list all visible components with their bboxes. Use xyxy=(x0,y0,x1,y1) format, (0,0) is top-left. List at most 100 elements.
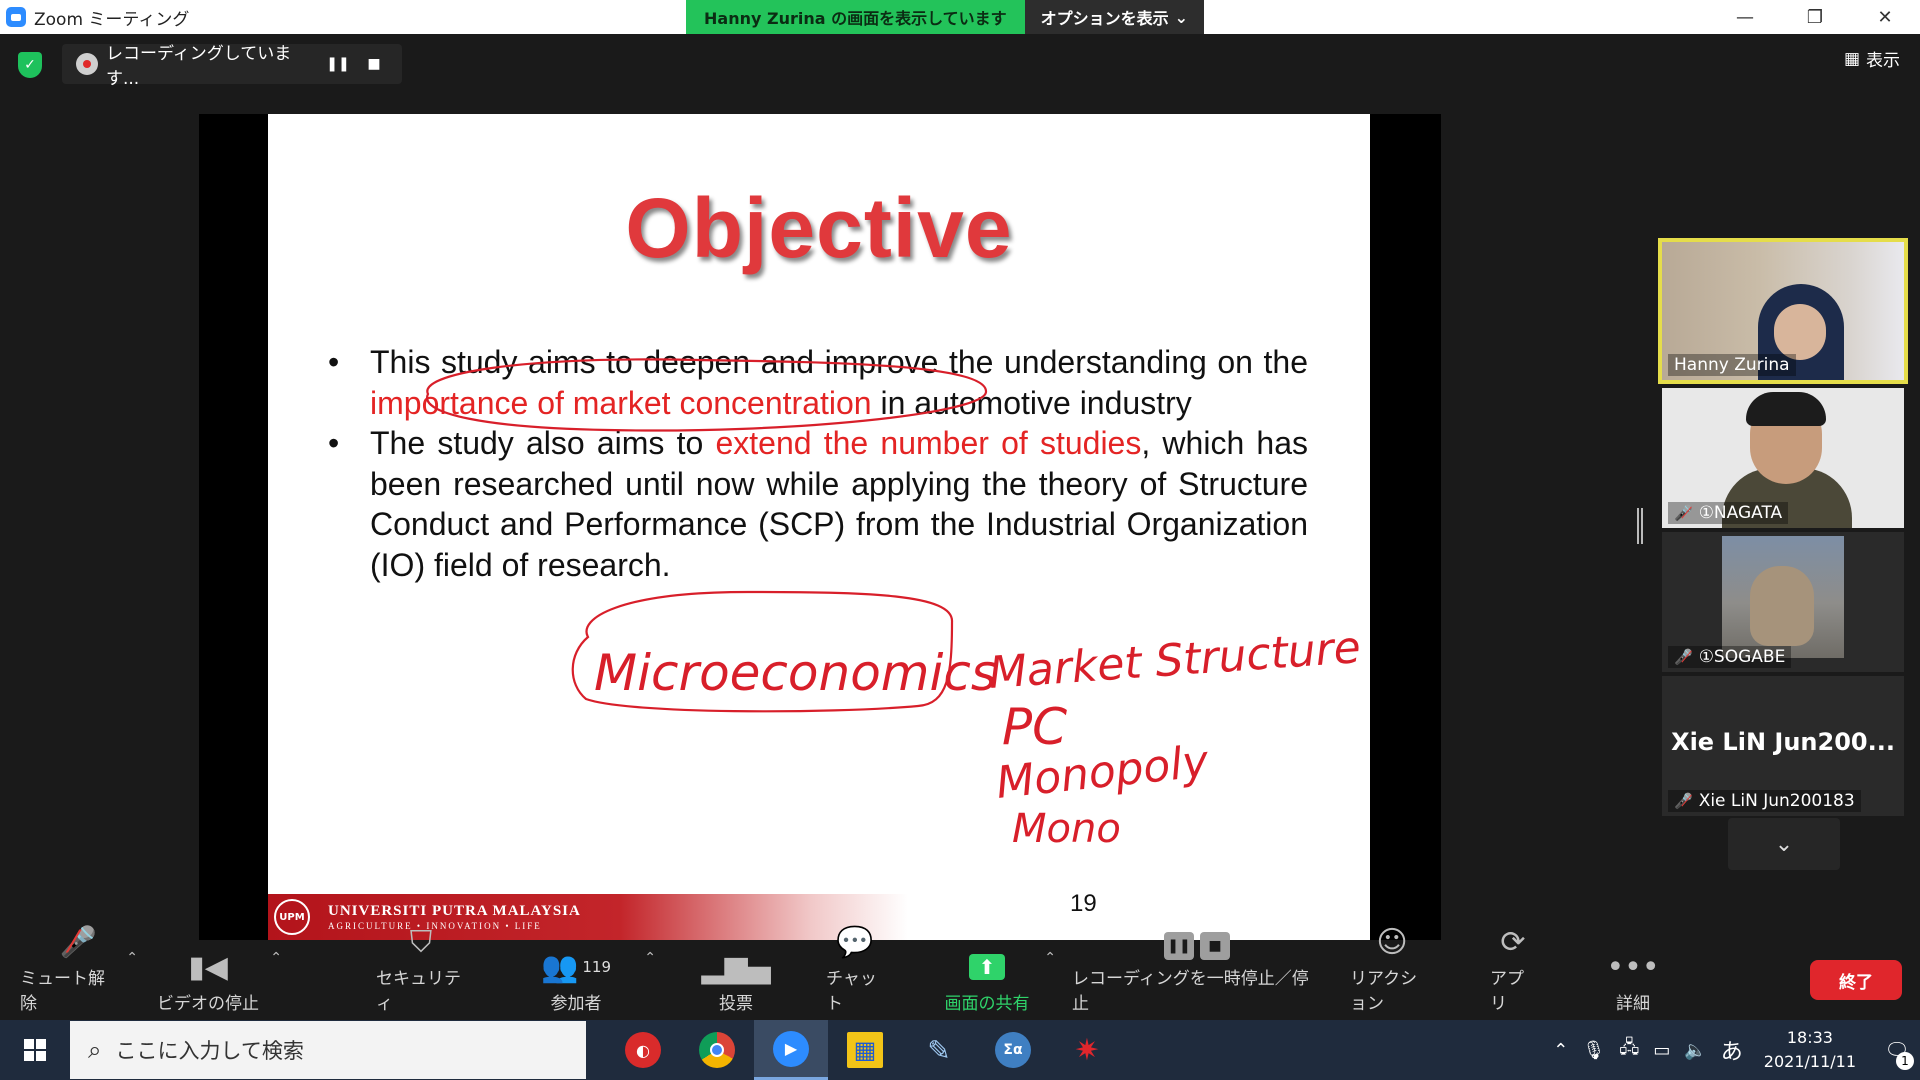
window-title: Zoom ミーティング xyxy=(34,9,190,30)
ink-word: Market Structure xyxy=(987,622,1362,699)
participant-display-name: Xie LiN Jun200... xyxy=(1671,728,1895,756)
encryption-shield-icon[interactable]: ✓ xyxy=(18,52,42,78)
chevron-down-icon: ⌄ xyxy=(1774,831,1794,857)
battery-icon[interactable]: ▭ xyxy=(1653,1040,1670,1061)
apps-button[interactable]: ⟳ アプリ xyxy=(1490,925,1536,1020)
math-app-icon: Σα xyxy=(995,1032,1031,1068)
chevron-down-icon: ⌄ xyxy=(1174,7,1189,27)
recording-controls-button[interactable]: ❚❚ ■ レコーディングを一時停止／停止 xyxy=(1072,932,1322,1020)
more-dots-icon: ••• xyxy=(1606,949,1660,985)
pause-recording-button[interactable]: ❚❚ xyxy=(324,50,352,78)
highlight-text: extend the number of studies xyxy=(715,425,1142,461)
stop-video-button[interactable]: ▮◀ ビデオの停止 ⌃ xyxy=(156,944,282,1020)
windows-taskbar: ⌕ ここに入力して検索 ◐ ▶ ▦ ✎ Σα ✷ ⌃ 🎙 🖧 ▭ 🔈 あ 18:… xyxy=(0,1020,1920,1080)
slide-title: Objective xyxy=(625,181,1013,275)
university-footer: UPM UNIVERSITI PUTRA MALAYSIA AGRICULTUR… xyxy=(268,894,908,940)
mic-muted-icon: 🎤̸ xyxy=(1674,648,1693,666)
taskbar-app-red[interactable]: ✷ xyxy=(1050,1020,1124,1080)
participant-name: Hanny Zurina xyxy=(1668,354,1796,376)
panel-splitter[interactable] xyxy=(1637,508,1643,544)
recording-indicator: レコーディングしています... ❚❚ ■ xyxy=(62,44,402,89)
taskbar-app-security[interactable]: ◐ xyxy=(606,1020,680,1080)
search-icon: ⌕ xyxy=(88,1036,102,1064)
title-bar: Zoom ミーティング Hanny Zurina の画面を表示しています オプシ… xyxy=(0,0,1920,34)
page-number: 19 xyxy=(1070,890,1097,917)
university-logo: UPM xyxy=(274,899,310,935)
stop-recording-button[interactable]: ■ xyxy=(360,50,388,78)
taskbar-app-chrome[interactable] xyxy=(680,1020,754,1080)
taskbar-search[interactable]: ⌕ ここに入力して検索 xyxy=(70,1021,586,1079)
cloud-record-icon xyxy=(76,53,98,75)
shield-icon: ⛉ xyxy=(409,925,433,960)
notifications-button[interactable]: 🗨 1 xyxy=(1874,1020,1920,1080)
minimize-button[interactable]: — xyxy=(1710,0,1780,34)
chrome-icon xyxy=(699,1032,735,1068)
splash-app-icon: ✷ xyxy=(1074,1032,1100,1068)
unmute-button[interactable]: 🎤 ⁄ ミュート解除 ⌃ xyxy=(20,925,138,1020)
restore-button[interactable]: ❐ xyxy=(1780,0,1850,34)
chevron-up-icon[interactable]: ⌃ xyxy=(270,950,282,966)
participant-name: 🎤̸ Xie LiN Jun200183 xyxy=(1668,790,1861,812)
participant-video-tile[interactable]: 🎤̸ ①NAGATA xyxy=(1662,388,1904,528)
taskbar-app-pen[interactable]: ✎ xyxy=(902,1020,976,1080)
ink-word: Microeconomics xyxy=(594,644,997,702)
chat-bubble-icon: 💬 xyxy=(836,925,874,960)
pen-app-icon: ✎ xyxy=(927,1033,951,1067)
participant-video-tile[interactable]: 🎤̸ ①SOGABE xyxy=(1662,532,1904,672)
pause-stop-icon: ❚❚ ■ xyxy=(1164,932,1230,960)
participant-video-tile[interactable]: Hanny Zurina xyxy=(1658,238,1908,384)
participants-button[interactable]: 👥 119 参加者 ⌃ xyxy=(541,944,656,1020)
participant-video-tile[interactable]: Xie LiN Jun200... 🎤̸ Xie LiN Jun200183 xyxy=(1662,676,1904,816)
mic-muted-icon: 🎤̸ xyxy=(1674,792,1693,810)
more-button[interactable]: ••• 詳細 xyxy=(1606,944,1659,1020)
reactions-button[interactable]: ☺ リアクション xyxy=(1350,925,1434,1020)
view-button[interactable]: ▦ 表示 xyxy=(1844,46,1900,72)
windows-logo-icon xyxy=(24,1039,46,1061)
security-button[interactable]: ⛉ セキュリティ xyxy=(376,925,466,1020)
participant-name: 🎤̸ ①SOGABE xyxy=(1668,646,1792,668)
participant-count: 119 xyxy=(582,958,611,976)
grid-app-icon: ▦ xyxy=(847,1032,883,1068)
polls-button[interactable]: ▂▆▄ 投票 xyxy=(701,944,770,1020)
slide-bullets: • This study aims to deepen and improve … xyxy=(328,342,1308,585)
chevron-up-icon[interactable]: ⌃ xyxy=(126,950,138,966)
window-controls: — ❐ ✕ xyxy=(1710,0,1920,34)
chat-button[interactable]: 💬 チャット xyxy=(826,925,884,1020)
ink-circle xyxy=(571,590,954,713)
emoji-add-icon: ☺ xyxy=(1376,925,1408,960)
zoom-icon: ▶ xyxy=(773,1030,809,1067)
ink-word: Monopoly xyxy=(994,736,1212,809)
ink-word: PC xyxy=(1002,698,1067,756)
share-screen-button[interactable]: ⬆ 画面の共有 ⌃ xyxy=(940,944,1057,1020)
apps-icon: ⟳ xyxy=(1500,925,1526,960)
recording-status: レコーディングしています... xyxy=(106,44,292,89)
network-icon[interactable]: 🖧 xyxy=(1619,1035,1639,1065)
system-tray: ⌃ 🎙 🖧 ▭ 🔈 あ 18:33 2021/11/11 🗨 1 xyxy=(1546,1020,1920,1080)
microphone-icon[interactable]: 🎙 xyxy=(1582,1040,1605,1061)
bar-chart-icon: ▂▆▄ xyxy=(701,949,771,985)
notification-count: 1 xyxy=(1896,1052,1914,1070)
participant-video xyxy=(1722,536,1844,658)
end-meeting-button[interactable]: 終了 xyxy=(1810,960,1902,1000)
scroll-down-button[interactable]: ⌄ xyxy=(1728,818,1840,870)
bullet-dot: • xyxy=(328,425,340,461)
ime-indicator[interactable]: あ xyxy=(1721,1034,1743,1066)
taskbar-app-zoom[interactable]: ▶ xyxy=(754,1020,828,1080)
chevron-up-icon[interactable]: ⌃ xyxy=(1044,950,1056,966)
ink-word: Mono xyxy=(1012,806,1121,852)
close-button[interactable]: ✕ xyxy=(1850,0,1920,34)
volume-icon[interactable]: 🔈 xyxy=(1684,1040,1706,1061)
start-button[interactable] xyxy=(0,1020,70,1080)
bullet-item: • This study aims to deepen and improve … xyxy=(328,342,1308,423)
mic-muted-icon: 🎤̸ xyxy=(1674,504,1693,522)
university-tagline: AGRICULTURE • INNOVATION • LIFE xyxy=(328,921,542,931)
video-camera-icon: ▮◀ xyxy=(188,949,228,985)
taskbar-app-math[interactable]: Σα xyxy=(976,1020,1050,1080)
taskbar-clock[interactable]: 18:33 2021/11/11 xyxy=(1764,1026,1856,1074)
chevron-up-icon[interactable]: ⌃ xyxy=(1553,1040,1568,1061)
taskbar-app-grid[interactable]: ▦ xyxy=(828,1020,902,1080)
presentation-slide: Objective • This study aims to deepen an… xyxy=(268,114,1370,940)
chevron-up-icon[interactable]: ⌃ xyxy=(644,950,656,966)
view-options-button[interactable]: オプションを表示 ⌄ xyxy=(1024,0,1205,34)
mic-muted-icon: 🎤 ⁄ xyxy=(59,925,98,960)
